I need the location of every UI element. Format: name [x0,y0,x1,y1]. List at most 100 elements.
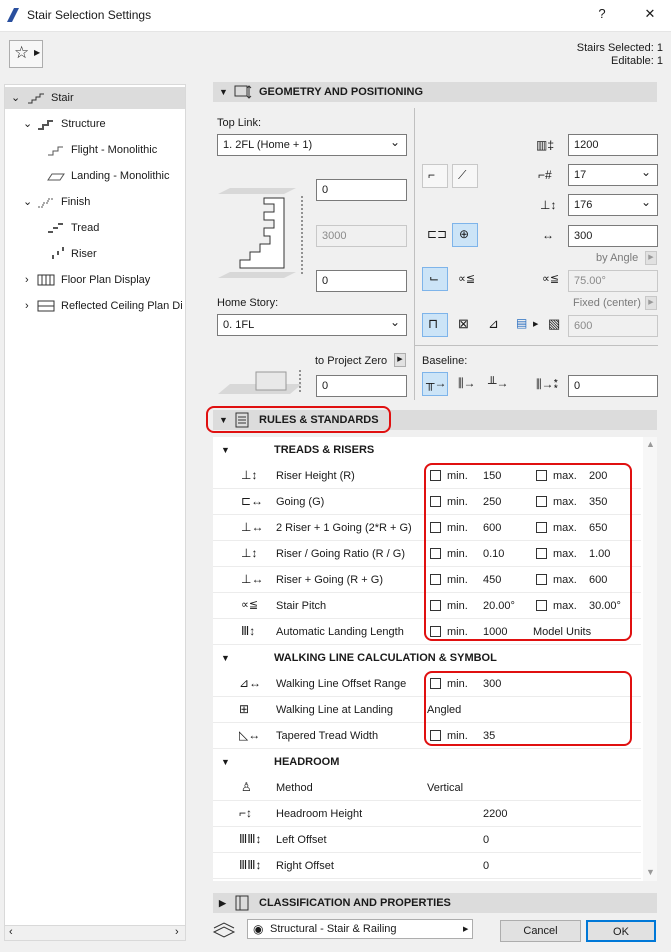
tree-item-label: Landing - Monolithic [71,170,170,182]
rule-row-right-offset[interactable]: ⅢⅢ↕ Right Offset 0 [213,853,641,879]
scroll-up-icon[interactable]: ▲ [646,439,655,449]
left-offset-value[interactable]: 0 [483,834,489,846]
settings-tree[interactable]: ⌄ Stair ⌄ Structure Flight - Monolithic … [4,84,186,926]
group-label: TREADS & RISERS [274,444,375,456]
headroom-height-value[interactable]: 2200 [483,808,507,820]
cancel-button[interactable]: Cancel [500,920,581,942]
collapse-triangle-icon: ▼ [219,87,228,97]
walking-offset-icon: ⊿↔ [239,676,262,690]
rule-label: Right Offset [276,860,334,872]
group-walking-line[interactable]: ▼ WALKING LINE CALCULATION & SYMBOL [213,645,641,671]
riser-height-icon: ⊥↕ [241,468,258,482]
pitch-icon: ∝≦ [542,273,560,285]
stair-icon [28,93,44,104]
stair-width-input[interactable]: 1200 [568,134,658,156]
classification-panel-header[interactable]: ▶ CLASSIFICATION AND PROPERTIES [213,893,657,913]
project-zero-input[interactable]: 0 [316,375,407,397]
riser-going-sum-icon: ⊥↔ [241,520,264,534]
tapered-tread-icon: ◺↔ [239,728,261,742]
to-project-zero-label[interactable]: to Project Zero [315,355,387,367]
fixed-center-menu-icon[interactable]: ▶ [645,296,657,310]
by-angle-menu-icon[interactable]: ▶ [645,251,657,265]
group-label: WALKING LINE CALCULATION & SYMBOL [274,652,497,664]
rule-row-headroom-height[interactable]: ⌐↕ Headroom Height 2200 [213,801,641,827]
rules-vertical-scrollbar[interactable]: ▲ ▼ [643,437,657,881]
lock-icon: ⊕ [459,227,470,241]
tree-item-label: Finish [61,196,91,208]
stairs-selected-count: Stairs Selected: 1 [576,42,663,54]
flight-align-left-button[interactable]: ⊓ [422,313,448,337]
geometry-panel-header[interactable]: ▼ GEOMETRY AND POSITIONING [213,82,657,102]
rule-label: Automatic Landing Length [276,626,404,638]
scroll-down-icon[interactable]: ▼ [646,867,655,877]
group-headroom[interactable]: ▼ HEADROOM [213,749,641,775]
tree-item-label: Tread [71,222,100,234]
collapse-triangle-icon: ▼ [221,653,230,663]
baseline-right-button[interactable]: ╨→ [484,372,510,396]
rule-label: Tapered Tread Width [276,730,379,742]
favorites-button[interactable]: ☆ ▶ [9,40,43,68]
right-offset-value[interactable]: 0 [483,860,489,872]
going-mode-button[interactable]: ⊏⊐ [422,223,448,247]
baseline-left-button[interactable]: ╥→ [422,372,448,396]
layer-label: Structural - Stair & Railing [270,923,397,935]
stair-shape-button[interactable]: ⟋ [452,164,478,188]
flight-align-center-button[interactable]: ⊠ [452,313,478,337]
flight-custom-button[interactable]: ▤ ▶ [512,313,542,337]
group-label: HEADROOM [274,756,340,768]
ok-button[interactable]: OK [586,920,656,942]
fixed-offset-input[interactable]: 600 [568,315,658,337]
close-button[interactable]: ✕ [640,6,660,22]
tree-item-structure[interactable]: ⌄ Structure [5,113,185,135]
scroll-right-icon[interactable]: › [175,926,179,938]
pitch-input[interactable]: 75.00° [568,270,658,292]
tree-item-label: Flight - Monolithic [71,144,158,156]
flight-align-right-button[interactable]: ⊿ [482,313,508,337]
rule-label: Going (G) [276,496,325,508]
going-icon: ↔ [542,228,554,242]
tree-item-tread[interactable]: Tread [5,217,185,239]
stair-type-button[interactable]: ⌐ [422,164,448,188]
going-input[interactable]: 300 [568,225,658,247]
project-zero-menu-icon[interactable]: ▶ [394,353,406,367]
rule-label: 2 Riser + 1 Going (2*R + G) [276,522,412,534]
tree-item-label: Structure [61,118,106,130]
custom-menu-icon: ▤ [516,316,528,330]
ratio-icon: ⊥↕ [241,546,258,560]
tree-item-floor-plan-display[interactable]: › Floor Plan Display [5,269,185,291]
baseline-label: Baseline: [422,355,468,367]
method-value[interactable]: Vertical [427,782,463,794]
tree-horizontal-scrollbar[interactable]: ‹ › [4,925,186,941]
scroll-left-icon[interactable]: ‹ [9,926,13,938]
headroom-height-icon: ⌐↕ [239,806,253,820]
tree-item-riser[interactable]: Riser [5,243,185,265]
tree-item-finish[interactable]: ⌄ Finish [5,191,185,213]
going-lock-button[interactable]: ⊕ [452,223,478,247]
collapse-triangle-icon: ▼ [221,757,230,767]
baseline-center-button[interactable]: ⫼→ [454,372,480,396]
baseline-offset-input[interactable]: 0 [568,375,658,397]
tree-item-stair[interactable]: ⌄ Stair [5,87,185,109]
tree-item-reflected-ceiling[interactable]: › Reflected Ceiling Plan Di [5,295,185,317]
tree-item-flight[interactable]: Flight - Monolithic [5,139,185,161]
rule-label: Left Offset [276,834,327,846]
group-treads-risers[interactable]: ▼ TREADS & RISERS [213,437,641,463]
riser-height-select[interactable]: 176 [568,192,658,216]
pitch-mode-button[interactable]: ⌙ [422,267,448,291]
rule-row-left-offset[interactable]: ⅢⅢ↕ Left Offset 0 [213,827,641,853]
help-button[interactable]: ? [592,6,612,21]
tree-item-label: Reflected Ceiling Plan Di [61,300,183,312]
bottom-offset-input[interactable]: 0 [316,270,407,292]
top-link-select[interactable]: 1. 2FL (Home + 1) [217,132,407,156]
tree-item-landing[interactable]: Landing - Monolithic [5,165,185,187]
rule-row-headroom-method[interactable]: ♙ Method Vertical [213,775,641,801]
riser-count-select[interactable]: 17 [568,162,658,186]
rule-label: Riser Height (R) [276,470,355,482]
rule-label: Riser / Going Ratio (R / G) [276,548,405,560]
layer-select[interactable]: ◉ Structural - Stair & Railing ▶ [247,919,473,939]
stair-height-input[interactable]: 3000 [316,225,407,247]
flight-pattern-button[interactable]: ▧ [542,313,568,337]
classification-icon [235,895,249,911]
top-offset-input[interactable]: 0 [316,179,407,201]
home-story-select[interactable]: 0. 1FL [217,312,407,336]
